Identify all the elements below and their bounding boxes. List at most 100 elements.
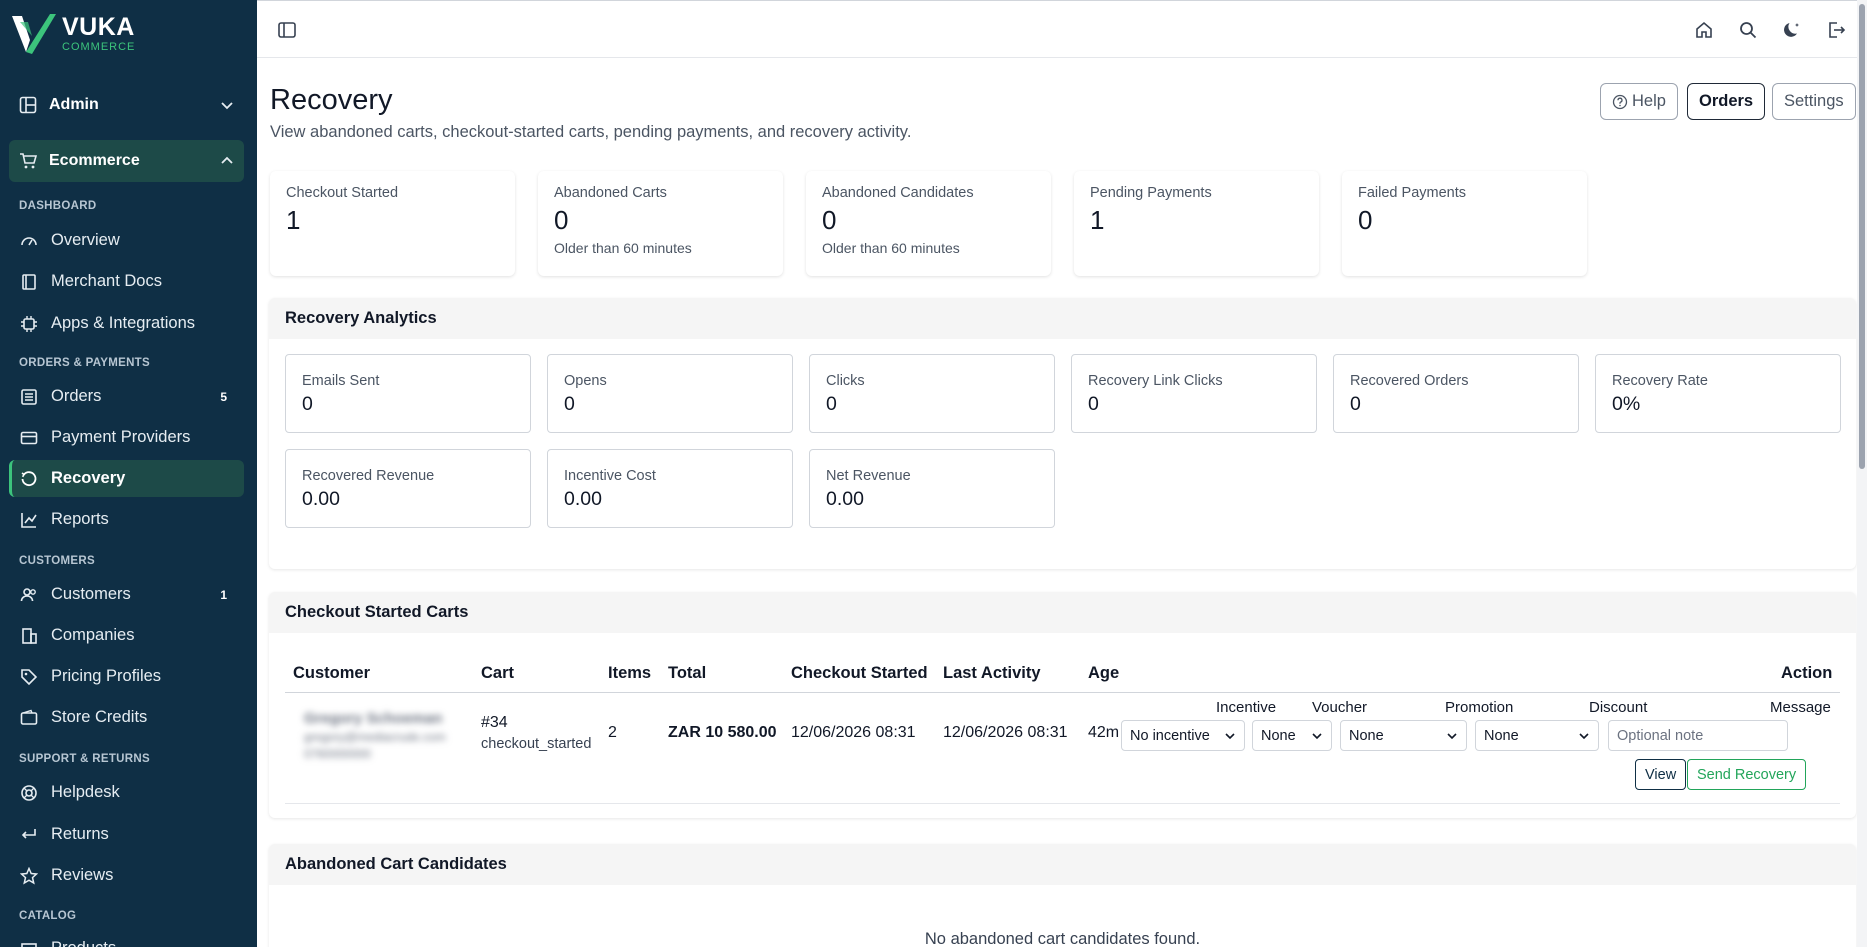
nav-group-ecommerce-label: Ecommerce	[49, 152, 140, 169]
metric-label: Opens	[564, 373, 607, 389]
scrollbar-thumb[interactable]	[1859, 4, 1865, 469]
metric-label: Net Revenue	[826, 468, 911, 484]
panel-title: Abandoned Cart Candidates	[269, 844, 1856, 885]
cart-total: ZAR 10 580.00	[668, 724, 777, 741]
metric-label: Incentive Cost	[564, 468, 656, 484]
sidebar-item-label: Companies	[51, 626, 135, 644]
stat-label: Abandoned Candidates	[822, 185, 974, 201]
column-header-total: Total	[668, 664, 707, 682]
vuka-logo-icon	[12, 14, 56, 54]
settings-button[interactable]: Settings	[1772, 83, 1856, 120]
cart-status: checkout_started	[481, 736, 592, 752]
metric-value: 0.00	[564, 488, 602, 510]
column-header-customer: Customer	[293, 664, 371, 682]
sidebar-item-store-credits[interactable]: Store Credits	[9, 699, 244, 736]
message-input[interactable]	[1608, 720, 1788, 751]
sidebar-item-recovery[interactable]: Recovery	[9, 460, 244, 497]
metric-card: Recovery Rate 0%	[1595, 354, 1841, 433]
sidebar-item-companies[interactable]: Companies	[9, 617, 244, 654]
header-divider	[285, 692, 1840, 693]
column-header-items: Items	[608, 664, 652, 682]
send-recovery-button-label: Send Recovery	[1697, 766, 1797, 783]
scrollbar-track[interactable]	[1857, 0, 1867, 947]
sidebar-item-label: Store Credits	[51, 708, 148, 726]
sidebar-item-pricing-profiles[interactable]: Pricing Profiles	[9, 658, 244, 695]
stat-label: Failed Payments	[1358, 185, 1466, 201]
cart-icon	[20, 153, 37, 169]
home-button[interactable]	[1694, 20, 1714, 40]
metric-card: Emails Sent 0	[285, 354, 531, 433]
chevron-down-icon	[1579, 732, 1589, 739]
refresh-icon	[21, 470, 37, 486]
layout-icon	[19, 96, 37, 114]
orders-button[interactable]: Orders	[1687, 83, 1766, 120]
stat-label: Abandoned Carts	[554, 185, 667, 201]
voucher-label: Voucher	[1312, 699, 1368, 716]
empty-state-message: No abandoned cart candidates found.	[924, 930, 1201, 947]
sidebar-item-reviews[interactable]: Reviews	[9, 857, 244, 894]
promotion-label: Promotion	[1445, 699, 1514, 716]
last-activity-time: 12/06/2026 08:31	[943, 724, 1068, 741]
discount-select[interactable]: None	[1475, 720, 1599, 751]
customers-count-badge: 1	[220, 587, 227, 602]
metric-label: Recovery Rate	[1612, 373, 1708, 389]
box-icon	[21, 942, 37, 947]
sidebar-item-label: Recovery	[51, 469, 126, 487]
help-circle-icon	[1612, 94, 1628, 109]
home-icon	[1696, 21, 1712, 38]
sidebar-item-label: Overview	[51, 231, 120, 249]
cart-items: 2	[608, 724, 617, 741]
stat-sub: Older than 60 minutes	[554, 240, 692, 256]
brand-logo[interactable]: VUKA COMMERCE	[10, 12, 135, 56]
customer-email: gregory@mediacrude.com	[304, 730, 446, 744]
sidebar-item-reports[interactable]: Reports	[9, 501, 244, 538]
users-icon	[20, 587, 36, 601]
sidebar-item-label: Payment Providers	[51, 428, 191, 446]
view-button[interactable]: View	[1635, 759, 1687, 790]
sidebar-item-customers[interactable]: Customers 1	[9, 576, 244, 613]
logout-button[interactable]	[1826, 20, 1846, 40]
search-button[interactable]	[1738, 20, 1758, 40]
stat-card-abandoned-carts: Abandoned Carts 0 Older than 60 minutes	[538, 171, 783, 276]
stat-label: Pending Payments	[1090, 185, 1212, 201]
column-header-age: Age	[1088, 664, 1120, 682]
help-button-label: Help	[1632, 92, 1666, 110]
sidebar-item-label: Helpdesk	[51, 783, 120, 801]
incentive-select[interactable]: No incentive	[1121, 720, 1245, 751]
send-recovery-button[interactable]: Send Recovery	[1687, 759, 1807, 790]
sidebar-item-helpdesk[interactable]: Helpdesk	[9, 774, 244, 811]
sidebar-item-label: Customers	[51, 585, 131, 603]
stat-value: 0	[554, 205, 569, 235]
sidebar-item-payment-providers[interactable]: Payment Providers	[9, 419, 244, 456]
metric-card: Clicks 0	[809, 354, 1055, 433]
stat-card-abandoned-candidates: Abandoned Candidates 0 Older than 60 min…	[806, 171, 1051, 276]
metric-card: Recovered Revenue 0.00	[285, 449, 531, 528]
checkout-started-time: 12/06/2026 08:31	[791, 724, 916, 741]
sidebar-item-products[interactable]: Products	[9, 930, 244, 947]
sidebar-item-returns[interactable]: Returns	[9, 816, 244, 853]
sidebar-toggle-button[interactable]	[277, 20, 297, 40]
sidebar-item-apps[interactable]: Apps & Integrations	[9, 305, 244, 342]
gauge-icon	[21, 236, 37, 245]
nav-group-ecommerce[interactable]: Ecommerce	[9, 140, 244, 182]
chevron-down-icon	[1312, 732, 1322, 739]
nav-group-admin[interactable]: Admin	[9, 84, 244, 126]
sidebar-item-merchant-docs[interactable]: Merchant Docs	[9, 263, 244, 300]
help-button[interactable]: Help	[1600, 83, 1678, 120]
sidebar-item-orders[interactable]: Orders 5	[9, 378, 244, 415]
theme-toggle-button[interactable]	[1782, 20, 1802, 40]
voucher-select[interactable]: None	[1252, 720, 1332, 751]
stat-value: 0	[822, 205, 837, 235]
message-label: Message	[1770, 699, 1831, 716]
stat-card-pending-payments: Pending Payments 1	[1074, 171, 1319, 276]
section-orders-payments: ORDERS & PAYMENTS	[19, 357, 150, 369]
stat-value: 1	[286, 205, 301, 235]
voucher-select-value: None	[1261, 727, 1296, 744]
discount-label: Discount	[1589, 699, 1648, 716]
promotion-select[interactable]: None	[1340, 720, 1467, 751]
sidebar-item-overview[interactable]: Overview	[9, 222, 244, 259]
orders-count-badge: 5	[220, 389, 227, 404]
metric-value: 0%	[1612, 393, 1641, 415]
metric-value: 0.00	[826, 488, 864, 510]
brand-subtitle: COMMERCE	[62, 41, 136, 53]
